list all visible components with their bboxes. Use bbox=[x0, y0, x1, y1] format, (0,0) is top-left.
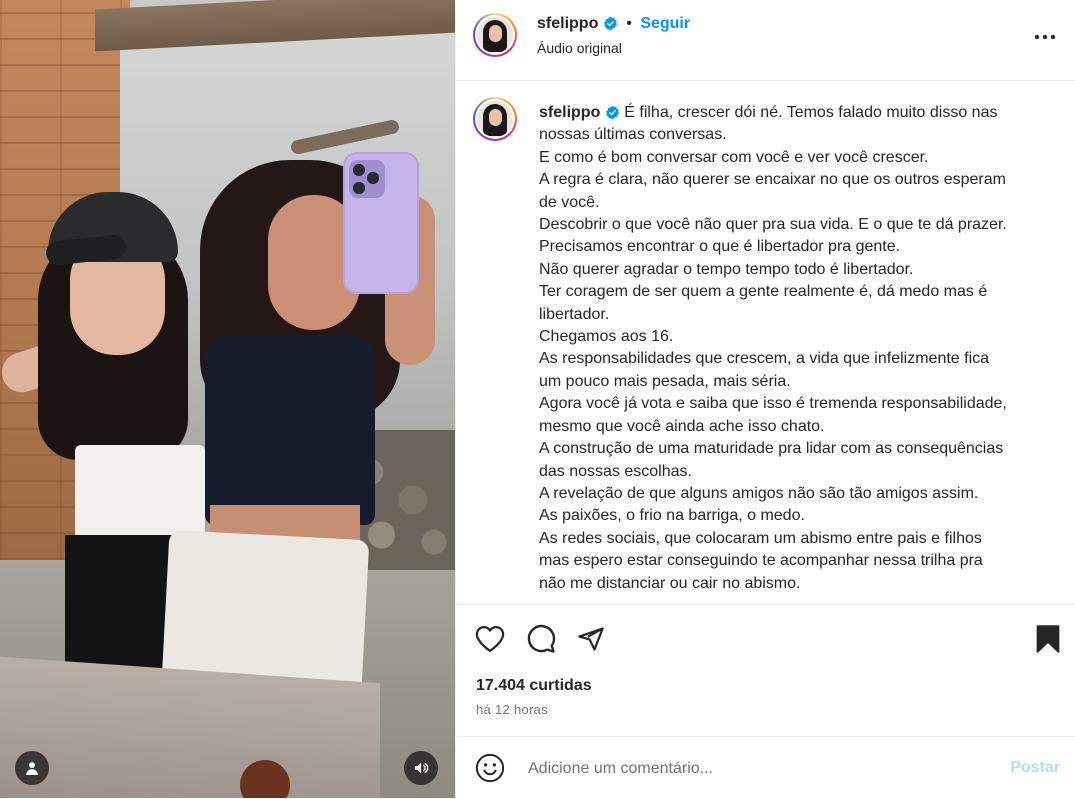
tagged-users-button[interactable] bbox=[15, 751, 49, 785]
caption-line: mesmo que você ainda ache isso chato. bbox=[539, 417, 825, 435]
comment-button[interactable] bbox=[524, 622, 558, 656]
caption-author-avatar[interactable] bbox=[473, 97, 517, 141]
user-icon bbox=[26, 762, 38, 775]
caption-line: de você. bbox=[539, 193, 600, 211]
caption-line: É filha, crescer dói né. Temos falado mu… bbox=[624, 104, 998, 121]
caption-line: Chegamos aos 16. bbox=[539, 328, 674, 346]
post-comment-button[interactable]: Postar bbox=[1010, 759, 1060, 777]
caption-line: mas espero estar conseguindo te acompanh… bbox=[539, 552, 983, 570]
caption-line: As responsabilidades que crescem, a vida… bbox=[539, 350, 990, 368]
caption-line: E como é bom conversar com você e ver vo… bbox=[539, 148, 929, 166]
likes-count[interactable]: 17.404 curtidas bbox=[476, 677, 592, 695]
caption-line: nossas últimas conversas. bbox=[539, 126, 727, 144]
comment-bar: Postar bbox=[456, 736, 1075, 799]
emoji-button[interactable] bbox=[473, 751, 507, 785]
post-dialog: sfelippo • Seguir Áudio original sfelipp… bbox=[0, 0, 1075, 798]
caption-line: As redes sociais, que colocaram um abism… bbox=[539, 529, 982, 547]
like-button[interactable] bbox=[473, 622, 507, 656]
caption-line: A construção de uma maturidade pra lidar… bbox=[539, 440, 1004, 458]
caption-line: Ter coragem de ser quem a gente realment… bbox=[539, 283, 988, 301]
heart-icon bbox=[475, 626, 505, 652]
author-avatar[interactable] bbox=[473, 13, 517, 57]
more-options-button[interactable] bbox=[1028, 20, 1062, 54]
verified-badge-icon bbox=[603, 16, 617, 31]
author-username[interactable]: sfelippo bbox=[537, 15, 598, 32]
more-icon bbox=[1034, 34, 1056, 40]
post-header: sfelippo • Seguir Áudio original bbox=[456, 0, 1075, 81]
audio-label[interactable]: Áudio original bbox=[537, 40, 622, 56]
post-media-video[interactable] bbox=[0, 0, 455, 798]
post-timestamp[interactable]: há 12 horas bbox=[476, 702, 548, 717]
caption-line: Agora você já vota e saiba que isso é tr… bbox=[539, 395, 1007, 413]
post-details-panel: sfelippo • Seguir Áudio original sfelipp… bbox=[455, 0, 1075, 798]
caption-line: libertador. bbox=[539, 305, 610, 323]
caption-line: A revelação de que alguns amigos não são… bbox=[539, 484, 979, 502]
caption-line: Precisamos encontrar o que é libertador … bbox=[539, 238, 901, 256]
bookmark-icon bbox=[1036, 625, 1060, 653]
caption-section: sfelippo É filha, crescer dói né. Temos … bbox=[456, 81, 1075, 604]
caption-line: não me distanciar ou cair no abismo. bbox=[539, 574, 801, 592]
caption-line: A regra é clara, não querer se encaixar … bbox=[539, 171, 1006, 189]
caption-line: As paixões, o frio na barriga, o medo. bbox=[539, 507, 805, 525]
mute-toggle-button[interactable] bbox=[404, 751, 438, 785]
caption-line: Não querer agradar o tempo tempo todo é … bbox=[539, 260, 914, 278]
caption-line: um pouco mais pesada, mais séria. bbox=[539, 372, 791, 390]
send-icon bbox=[578, 627, 604, 651]
caption-author-username[interactable]: sfelippo bbox=[539, 104, 600, 121]
caption-line: das nossas escolhas. bbox=[539, 462, 692, 480]
post-actions: 17.404 curtidas há 12 horas bbox=[456, 604, 1075, 737]
verified-badge-icon bbox=[605, 105, 619, 120]
share-button[interactable] bbox=[574, 622, 608, 656]
comment-icon bbox=[527, 624, 556, 653]
emoji-icon bbox=[475, 753, 505, 783]
follow-button[interactable]: Seguir bbox=[640, 15, 690, 32]
comment-input[interactable] bbox=[526, 755, 1000, 783]
save-button[interactable] bbox=[1031, 622, 1065, 656]
caption-text: sfelippo É filha, crescer dói né. Temos … bbox=[539, 102, 1049, 595]
speaker-icon bbox=[415, 762, 429, 774]
caption-line: Descobrir o que você não quer pra sua vi… bbox=[539, 216, 1007, 234]
